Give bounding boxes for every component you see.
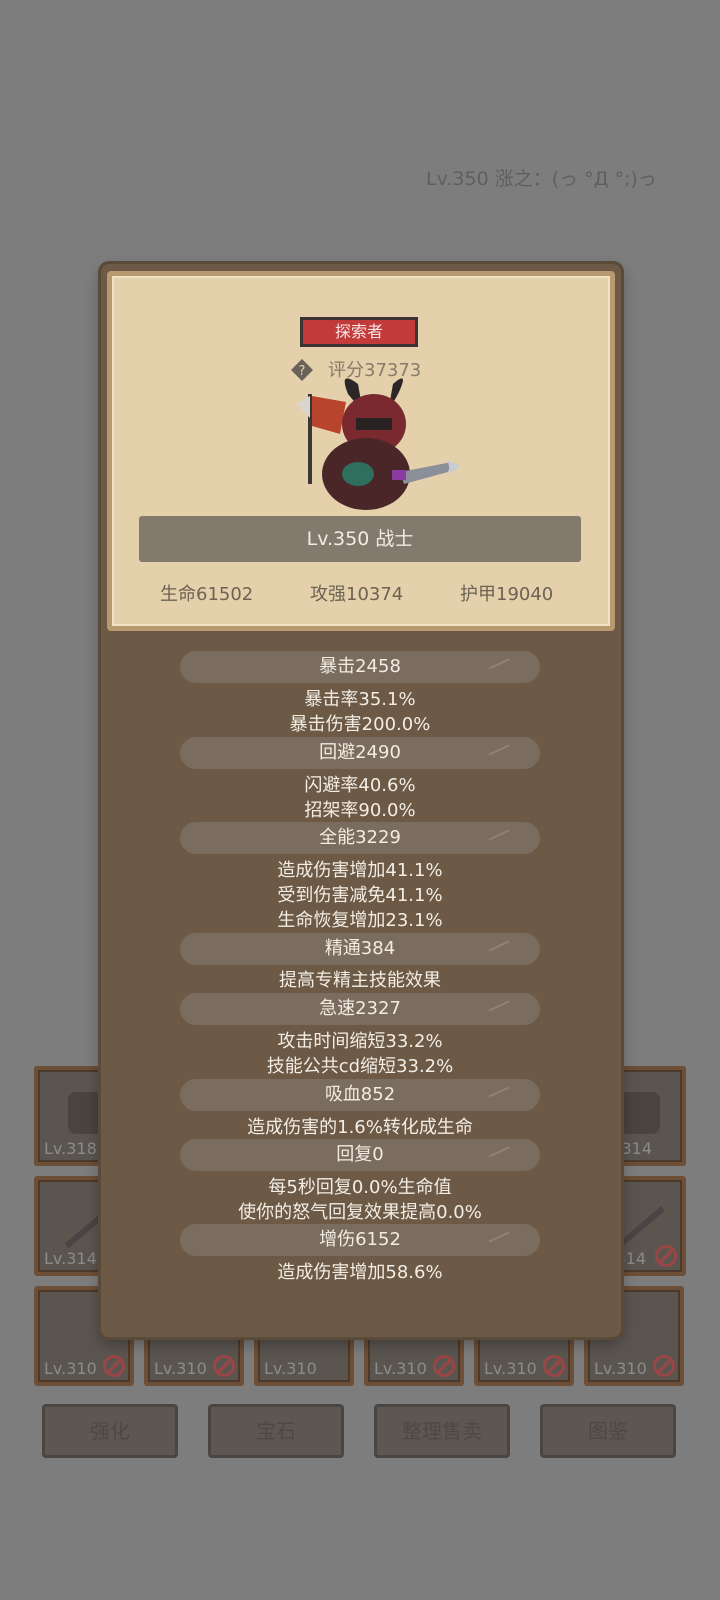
section-header-crit: 暴击2458	[180, 651, 540, 683]
section-header-haste: 急速2327	[180, 993, 540, 1025]
section-header-versatility: 全能3229	[180, 822, 540, 854]
attribute-line: 受到伤害减免41.1%	[277, 885, 443, 906]
attribute-line: 造成伤害的1.6%转化成生命	[247, 1117, 473, 1138]
ban-icon	[653, 1355, 675, 1377]
ban-icon	[433, 1355, 455, 1377]
section-header-lifesteal: 吸血852	[180, 1079, 540, 1111]
attack-power-stat: 攻强10374	[310, 584, 404, 605]
slot-level: Lv.310	[594, 1359, 647, 1378]
slot-level: 314	[621, 1139, 652, 1158]
attribute-line: 闪避率40.6%	[304, 775, 416, 796]
slot-level: Lv.318	[44, 1139, 97, 1158]
attribute-line: 暴击率35.1%	[304, 689, 416, 710]
attribute-line: 每5秒回复0.0%生命值	[268, 1177, 452, 1198]
slot-level: Lv.310	[154, 1359, 207, 1378]
attribute-line: 暴击伤害200.0%	[289, 714, 431, 735]
armor-stat: 护甲19040	[460, 584, 554, 605]
attribute-line: 造成伤害增加58.6%	[277, 1262, 443, 1283]
sort-sell-button[interactable]: 整理售卖	[374, 1404, 510, 1458]
weapon-icon	[616, 1206, 666, 1248]
ban-icon	[655, 1245, 677, 1267]
slot-level: Lv.310	[374, 1359, 427, 1378]
attribute-line: 使你的怒气回复效果提高0.0%	[238, 1202, 482, 1223]
section-header-regen: 回复0	[180, 1139, 540, 1171]
section-header-dodge: 回避2490	[180, 737, 540, 769]
armor-icon	[620, 1092, 660, 1134]
attribute-line: 生命恢复增加23.1%	[277, 910, 443, 931]
attribute-line: 招架率90.0%	[304, 800, 416, 821]
attribute-line: 提高专精主技能效果	[279, 970, 441, 991]
slot-level: Lv.310	[484, 1359, 537, 1378]
slot-level: Lv.310	[44, 1359, 97, 1378]
enhance-button[interactable]: 强化	[42, 1404, 178, 1458]
slot-level: Lv.314	[44, 1249, 97, 1268]
attribute-line: 技能公共cd缩短33.2%	[266, 1056, 454, 1077]
hp-stat: 生命61502	[160, 584, 254, 605]
gem-button[interactable]: 宝石	[208, 1404, 344, 1458]
bottom-button-bar: 强化 宝石 整理售卖 图鉴	[42, 1404, 682, 1460]
section-header-damage-boost: 增伤6152	[180, 1224, 540, 1256]
slot-level: Lv.310	[264, 1359, 317, 1378]
attribute-line: 攻击时间缩短33.2%	[277, 1031, 443, 1052]
section-header-mastery: 精通384	[180, 933, 540, 965]
ban-icon	[543, 1355, 565, 1377]
class-badge: 探索者	[300, 317, 418, 347]
codex-button[interactable]: 图鉴	[540, 1404, 676, 1458]
character-portrait	[296, 378, 460, 510]
player-info: Lv.350 涨之：(っ °Д °;)っ	[426, 168, 657, 190]
attribute-line: 造成伤害增加41.1%	[277, 860, 443, 881]
character-name-bar: Lv.350 战士	[139, 516, 581, 562]
ban-icon	[213, 1355, 235, 1377]
ban-icon	[103, 1355, 125, 1377]
